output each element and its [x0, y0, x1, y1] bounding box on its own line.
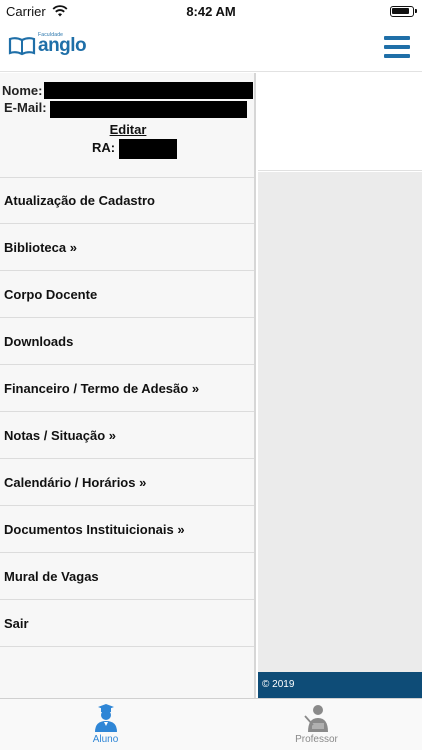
menu-item-financeiro[interactable]: Financeiro / Termo de Adesão » [0, 365, 254, 412]
email-label: E-Mail: [4, 100, 47, 115]
menu-item-calendario[interactable]: Calendário / Horários » [0, 459, 254, 506]
logo-subtext: Faculdade [38, 32, 64, 38]
book-logo-icon [8, 37, 36, 56]
tab-professor-label: Professor [295, 734, 338, 745]
menu-item-atualizacao-cadastro[interactable]: Atualização de Cadastro [0, 177, 254, 224]
hamburger-menu-icon[interactable] [384, 36, 410, 58]
menu-item-mural-vagas[interactable]: Mural de Vagas [0, 553, 254, 600]
app-header: Faculdade anglo [0, 24, 422, 72]
menu-item-downloads[interactable]: Downloads [0, 318, 254, 365]
status-bar: Carrier 8:42 AM [0, 0, 422, 24]
redacted-ra [119, 139, 177, 159]
profile-section: Nome: E-Mail: Editar RA: [0, 73, 254, 177]
content-top-panel [258, 73, 422, 171]
ra-label: RA: [92, 140, 116, 155]
edit-link[interactable]: Editar [0, 122, 256, 137]
drawer-menu: Atualização de Cadastro Biblioteca » Cor… [0, 177, 254, 647]
student-icon [94, 704, 117, 732]
email-row: E-Mail: [0, 98, 254, 118]
menu-item-documentos[interactable]: Documentos Instituicionais » [0, 506, 254, 553]
menu-item-corpo-docente[interactable]: Corpo Docente [0, 271, 254, 318]
side-drawer: Nome: E-Mail: Editar RA: Atualização de … [0, 73, 256, 698]
tab-aluno-label: Aluno [92, 734, 119, 745]
tab-professor[interactable]: Professor [211, 699, 422, 750]
nome-row: Nome: [0, 81, 254, 99]
tab-bar: Aluno Professor [0, 698, 422, 750]
copyright-text: © 2019 [262, 679, 295, 690]
menu-item-biblioteca[interactable]: Biblioteca » [0, 224, 254, 271]
menu-item-sair[interactable]: Sair [0, 600, 254, 647]
logo-text: anglo [38, 35, 87, 56]
page-footer: © 2019 [258, 672, 422, 698]
menu-item-notas[interactable]: Notas / Situação » [0, 412, 254, 459]
teacher-icon [303, 705, 328, 732]
content-overlay[interactable] [258, 172, 422, 672]
battery-icon [390, 6, 417, 17]
redacted-name [44, 82, 253, 99]
clock: 8:42 AM [186, 4, 236, 19]
logo: Faculdade anglo [8, 32, 87, 60]
redacted-email [50, 101, 247, 118]
nome-label: Nome: [2, 83, 43, 98]
tab-aluno[interactable]: Aluno [0, 699, 211, 750]
